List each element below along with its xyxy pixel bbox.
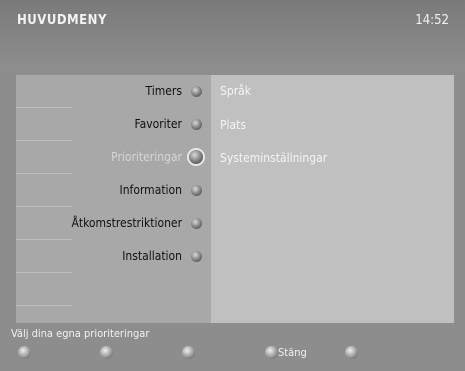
menu-item-installation[interactable]: Installation xyxy=(16,240,211,273)
submenu-item-systeminstallningar[interactable]: Systeminställningar xyxy=(220,151,327,165)
color-key-button[interactable] xyxy=(18,346,31,359)
header-bar: HUVUDMENY 14:52 xyxy=(0,0,465,70)
menu-empty-row xyxy=(16,273,211,306)
menu-item-label: Installation xyxy=(122,249,182,263)
color-key-button[interactable] xyxy=(100,346,113,359)
submenu-panel: Språk Plats Systeminställningar xyxy=(211,75,454,323)
divider xyxy=(16,305,72,306)
menu-item-label: Favoriter xyxy=(134,117,182,131)
bullet-icon xyxy=(191,86,202,97)
bullet-icon xyxy=(191,251,202,262)
menu-item-atkomstrestriktioner[interactable]: Åtkomstrestriktioner xyxy=(16,207,211,240)
menu-item-label: Timers xyxy=(145,84,182,98)
hint-text: Välj dina egna prioriteringar xyxy=(11,327,150,340)
menu-item-information[interactable]: Information xyxy=(16,174,211,207)
submenu-item-plats[interactable]: Plats xyxy=(220,118,246,132)
color-key-button[interactable] xyxy=(182,346,195,359)
main-menu-panel: Timers Favoriter Prioriteringar Informat… xyxy=(16,75,211,323)
selected-bullet-icon xyxy=(189,150,203,164)
close-label: Stäng xyxy=(278,346,307,359)
bullet-icon xyxy=(191,185,202,196)
tv-menu-screen: HUVUDMENY 14:52 Timers Favoriter Priorit… xyxy=(0,0,465,371)
bullet-icon xyxy=(191,119,202,130)
menu-title: HUVUDMENY xyxy=(17,13,107,28)
menu-item-label: Information xyxy=(119,183,182,197)
submenu-item-sprak[interactable]: Språk xyxy=(220,84,251,98)
bullet-icon xyxy=(191,218,202,229)
close-key-button[interactable] xyxy=(265,346,278,359)
menu-item-label: Prioriteringar xyxy=(111,150,182,164)
menu-item-prioriteringar[interactable]: Prioriteringar xyxy=(16,141,211,174)
menu-item-label: Åtkomstrestriktioner xyxy=(71,216,182,230)
clock: 14:52 xyxy=(415,13,449,28)
menu-item-favoriter[interactable]: Favoriter xyxy=(16,108,211,141)
color-key-button[interactable] xyxy=(345,346,358,359)
menu-item-timers[interactable]: Timers xyxy=(16,75,211,108)
